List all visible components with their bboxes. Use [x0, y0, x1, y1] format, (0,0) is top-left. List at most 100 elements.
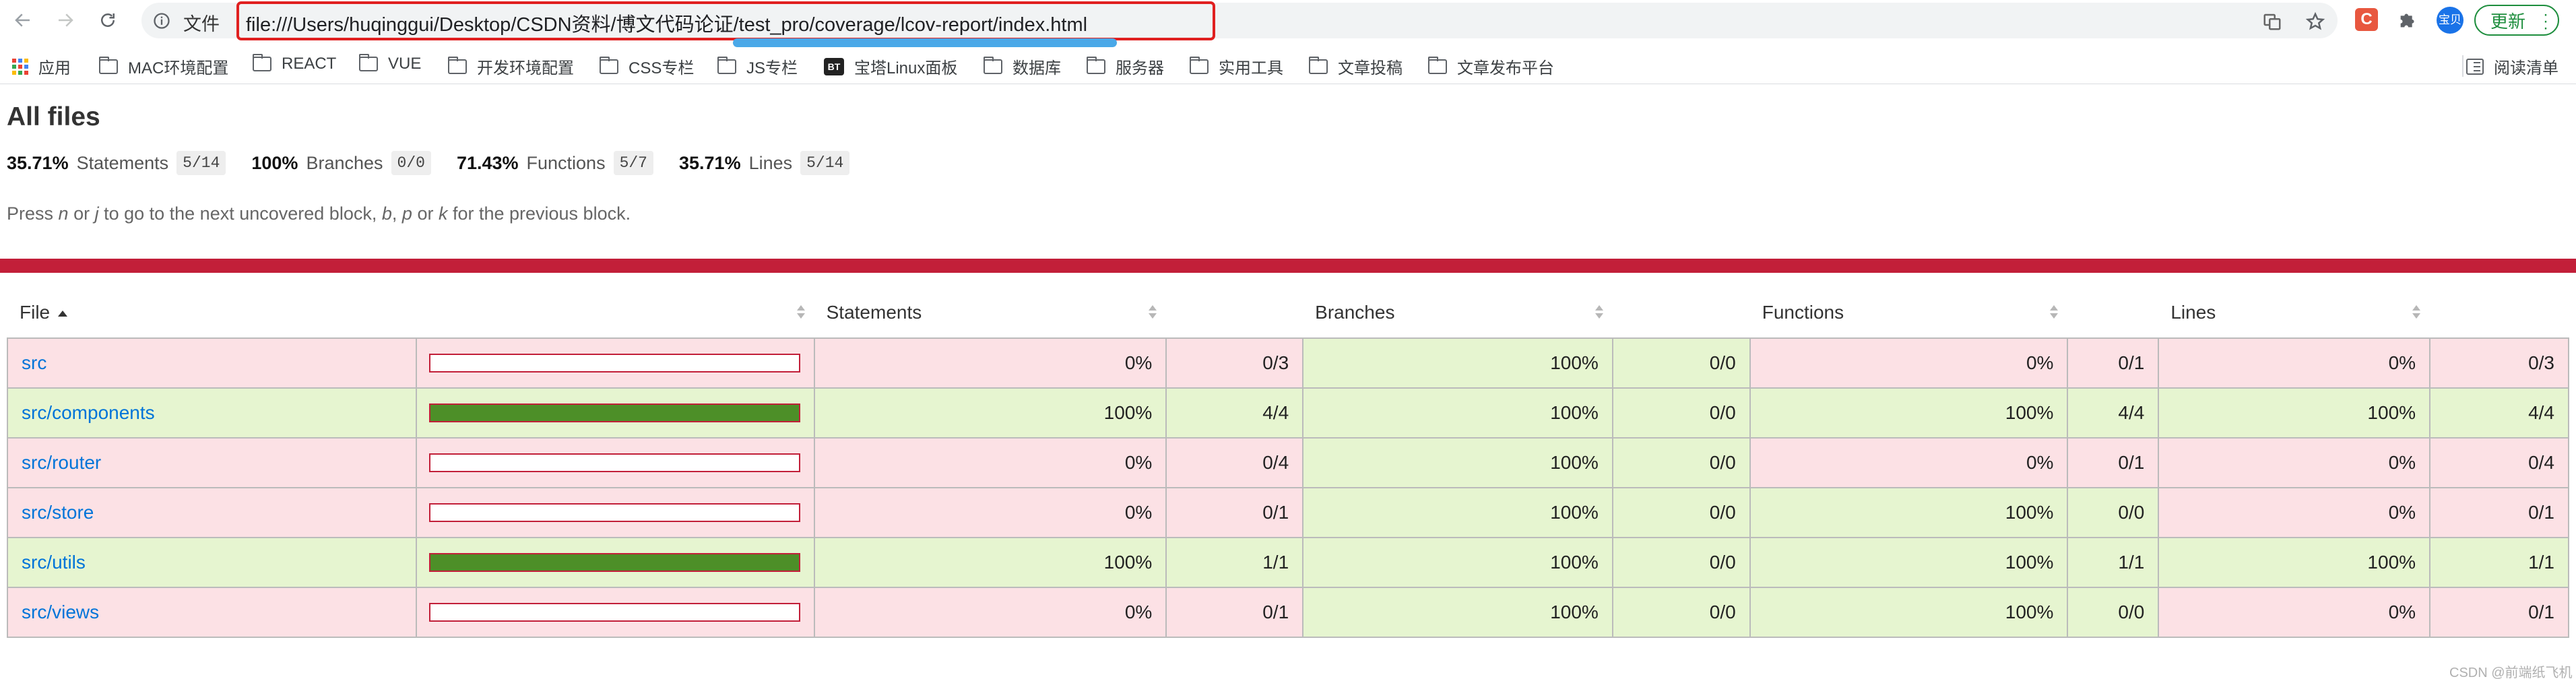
bookmark-label: 应用 — [38, 59, 71, 77]
bookmark-label: 服务器 — [1116, 59, 1164, 77]
statements-fraction-cell: 0/1 — [1165, 487, 1304, 538]
csdn-watermark: CSDN @前端纸飞机 — [2449, 666, 2573, 679]
back-button[interactable] — [8, 5, 38, 35]
functions-fraction-cell: 0/1 — [2067, 337, 2160, 389]
arrow-left-icon — [15, 13, 30, 27]
bookmark-folder[interactable]: 数据库 — [984, 55, 1061, 78]
bookmark-folder[interactable]: 实用工具 — [1190, 55, 1283, 78]
coverage-status-line — [0, 259, 2576, 273]
col-header-statements-raw[interactable] — [1166, 287, 1303, 339]
col-header-functions[interactable]: Functions — [1749, 287, 2068, 339]
col-header-file[interactable]: File — [7, 287, 416, 339]
coverage-bar — [428, 553, 800, 572]
table-row: src/utils 100% 1/1 100% 0/0 100% 1/1 100% 1/1 — [7, 537, 2569, 588]
statements-pct-cell: 0% — [813, 587, 1167, 638]
summary-functions: 71.43% Functions 5/7 — [457, 151, 653, 175]
coverage-bar-cell — [415, 487, 815, 538]
folder-icon — [717, 56, 736, 74]
apps-grid-icon — [12, 58, 28, 75]
reading-list-icon — [2466, 58, 2484, 75]
update-button[interactable]: 更新 · · · — [2474, 5, 2559, 36]
functions-fraction: 5/7 — [613, 151, 653, 175]
file-cell: src/router — [7, 437, 417, 488]
hint-key: k — [438, 203, 448, 224]
bookmark-folder[interactable]: MAC环境配置 — [99, 55, 228, 78]
coverage-bar — [428, 354, 800, 373]
file-link[interactable]: src/views — [22, 602, 99, 622]
url-field[interactable]: file:///Users/huqinggui/Desktop/CSDN资料/博… — [236, 1, 1215, 40]
bookmark-folder[interactable]: 文章发布平台 — [1428, 55, 1554, 78]
arrow-right-icon — [59, 13, 73, 27]
forward-button[interactable] — [51, 5, 80, 35]
lines-fraction-cell: 0/4 — [2429, 437, 2569, 488]
file-link[interactable]: src/utils — [22, 552, 86, 573]
more-vertical-icon[interactable]: · · · — [2543, 7, 2548, 36]
col-header-label: Lines — [2170, 301, 2216, 323]
profile-avatar[interactable]: 宝贝 — [2437, 7, 2464, 34]
translate-icon[interactable] — [2262, 11, 2282, 32]
bookmark-folder[interactable]: 服务器 — [1087, 55, 1164, 78]
file-scheme-chip[interactable]: 文件 — [183, 9, 220, 36]
reading-list-button[interactable]: 阅读清单 — [2466, 55, 2558, 78]
col-header-functions-raw[interactable] — [2067, 287, 2159, 339]
col-header-lines-raw[interactable] — [2430, 287, 2569, 339]
lines-fraction: 5/14 — [800, 151, 850, 175]
file-link[interactable]: src/router — [22, 452, 101, 473]
branches-fraction-cell: 0/0 — [1611, 337, 1751, 389]
statements-pct-cell: 0% — [813, 437, 1167, 488]
bookmarks-divider — [2462, 55, 2464, 77]
sort-icon — [2050, 305, 2059, 320]
bookmark-apps[interactable]: 应用 — [12, 55, 71, 78]
coverage-table: File Statements Branches Functions Lines… — [7, 287, 2569, 638]
functions-fraction-cell: 1/1 — [2067, 537, 2160, 588]
functions-fraction-cell: 0/0 — [2067, 587, 2160, 638]
bookmark-label: 文章发布平台 — [1457, 59, 1554, 77]
bookmark-folder[interactable]: CSS专栏 — [600, 55, 694, 78]
summary-lines: 35.71% Lines 5/14 — [679, 151, 850, 175]
branches-pct-cell: 100% — [1302, 537, 1613, 588]
col-header-statements[interactable]: Statements — [814, 287, 1167, 339]
branches-pct-cell: 100% — [1302, 487, 1613, 538]
bookmark-label: 数据库 — [1012, 59, 1061, 77]
hint-text: Press — [7, 203, 59, 224]
functions-label: Functions — [526, 152, 606, 173]
extensions-puzzle-icon[interactable] — [2397, 8, 2420, 31]
coverage-report: All files 35.71% Statements 5/14 100% Br… — [0, 85, 2576, 679]
reload-button[interactable] — [93, 5, 123, 35]
file-link[interactable]: src/components — [22, 402, 155, 423]
col-header-file-bar[interactable] — [416, 287, 814, 339]
info-icon[interactable] — [152, 11, 171, 30]
branches-pct-cell: 100% — [1302, 387, 1613, 439]
star-icon[interactable] — [2305, 11, 2325, 32]
file-cell: src — [7, 337, 417, 389]
folder-icon — [359, 54, 378, 71]
bookmarks-bar: 应用 MAC环境配置 REACT VUE 开发环境配置 CSS专栏 JS专栏 B… — [0, 46, 2576, 84]
file-cell: src/views — [7, 587, 417, 638]
statements-label: Statements — [76, 152, 169, 173]
col-header-branches[interactable]: Branches — [1303, 287, 1613, 339]
coverage-bar-cell — [415, 537, 815, 588]
file-link[interactable]: src/store — [22, 502, 94, 523]
bookmark-folder[interactable]: JS专栏 — [717, 55, 798, 78]
sort-ascending-icon — [58, 310, 68, 317]
bookmark-folder[interactable]: REACT — [253, 54, 336, 73]
keyboard-hint: Press n or j to go to the next uncovered… — [7, 203, 631, 224]
folder-icon — [448, 56, 467, 74]
bookmark-folder[interactable]: 开发环境配置 — [448, 55, 574, 78]
functions-pct-cell: 100% — [1749, 587, 2069, 638]
folder-icon — [600, 56, 618, 74]
coverage-bar-cell — [415, 387, 815, 439]
bookmark-folder[interactable]: 文章投稿 — [1309, 55, 1403, 78]
lines-fraction-cell: 0/1 — [2429, 587, 2569, 638]
bookmark-folder[interactable]: VUE — [359, 54, 421, 73]
col-header-lines[interactable]: Lines — [2158, 287, 2430, 339]
statements-pct-cell: 0% — [813, 337, 1167, 389]
url-text: file:///Users/huqinggui/Desktop/CSDN资料/博… — [246, 14, 1088, 36]
extension-c-icon[interactable]: C — [2355, 8, 2378, 31]
bookmark-bt-panel[interactable]: BT 宝塔Linux面板 — [824, 55, 957, 78]
col-header-branches-raw[interactable] — [1612, 287, 1750, 339]
statements-pct-cell: 100% — [813, 537, 1167, 588]
functions-pct-cell: 0% — [1749, 337, 2069, 389]
col-header-label: Statements — [826, 301, 922, 323]
file-link[interactable]: src — [22, 352, 46, 373]
